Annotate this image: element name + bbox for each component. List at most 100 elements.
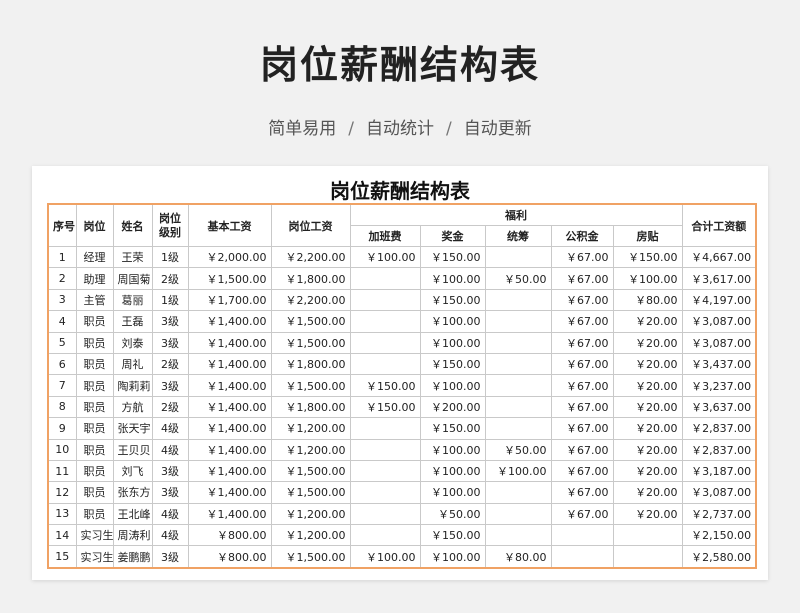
subtitle-item-update: 自动更新: [463, 119, 532, 139]
cell-housing-fund: [550, 524, 614, 547]
cell-bonus: ￥100.00: [419, 438, 486, 461]
table-row: 11 职员 刘飞 3级 ￥1,400.00 ￥1,500.00 ￥100.00 ￥100.00…: [47, 459, 757, 483]
cell-overtime: [349, 481, 421, 504]
table-row: 7 职员 陶莉莉 3级 ￥1,400.00 ￥1,500.00 ￥150.00 ￥100.00…: [47, 374, 757, 397]
cell-total: ￥2,737.00: [681, 502, 757, 526]
cell-bonus: ￥150.00: [419, 288, 486, 312]
cell-name: 姜鹏鹏: [112, 545, 153, 569]
cell-level: 3级: [151, 545, 189, 569]
cell-position: 实习生: [75, 545, 114, 569]
cell-seq: 9: [47, 417, 77, 440]
cell-name: 王荣: [112, 245, 153, 269]
cell-overtime: [349, 267, 421, 290]
cell-housing-allowance: [612, 524, 683, 547]
cell-seq: 14: [47, 524, 77, 547]
cell-name: 王贝贝: [112, 438, 153, 461]
cell-total: ￥2,837.00: [681, 438, 757, 461]
cell-total: ￥3,087.00: [681, 310, 757, 333]
cell-planning: [484, 524, 552, 547]
cell-overtime: [349, 288, 421, 312]
cell-housing-fund: ￥67.00: [550, 245, 614, 269]
header-position: 岗位: [75, 203, 114, 247]
cell-bonus: ￥100.00: [419, 481, 486, 504]
cell-bonus: ￥100.00: [419, 267, 486, 290]
cell-post-salary: ￥1,500.00: [270, 331, 351, 354]
cell-level: 3级: [151, 331, 189, 354]
cell-position: 职员: [75, 459, 114, 483]
cell-housing-fund: ￥67.00: [550, 288, 614, 312]
cell-position: 主管: [75, 288, 114, 312]
cell-name: 方航: [112, 395, 153, 419]
cell-level: 4级: [151, 417, 189, 440]
cell-bonus: ￥100.00: [419, 545, 486, 569]
sheet-title: 岗位薪酬结构表: [330, 179, 470, 203]
cell-seq: 1: [47, 245, 77, 269]
cell-planning: [484, 395, 552, 419]
cell-position: 职员: [75, 438, 114, 461]
header-base-salary: 基本工资: [187, 203, 272, 247]
cell-planning: ￥50.00: [484, 267, 552, 290]
cell-post-salary: ￥1,800.00: [270, 395, 351, 419]
table-row: 3 主管 葛丽 1级 ￥1,700.00 ￥2,200.00 ￥150.00 ￥67.00 ￥8…: [47, 288, 757, 312]
cell-housing-fund: ￥67.00: [550, 481, 614, 504]
cell-overtime: [349, 417, 421, 440]
cell-planning: [484, 352, 552, 376]
cell-post-salary: ￥1,500.00: [270, 481, 351, 504]
cell-housing-allowance: ￥20.00: [612, 459, 683, 483]
cell-housing-allowance: ￥20.00: [612, 374, 683, 397]
cell-housing-fund: ￥67.00: [550, 438, 614, 461]
cell-post-salary: ￥1,200.00: [270, 417, 351, 440]
cell-seq: 12: [47, 481, 77, 504]
cell-bonus: ￥150.00: [419, 417, 486, 440]
cell-position: 职员: [75, 395, 114, 419]
cell-overtime: ￥150.00: [349, 374, 421, 397]
cell-housing-allowance: ￥20.00: [612, 438, 683, 461]
cell-bonus: ￥50.00: [419, 502, 486, 526]
cell-overtime: ￥150.00: [349, 395, 421, 419]
cell-base-salary: ￥1,400.00: [187, 331, 272, 354]
cell-housing-fund: ￥67.00: [550, 331, 614, 354]
cell-seq: 6: [47, 352, 77, 376]
cell-housing-fund: ￥67.00: [550, 310, 614, 333]
cell-bonus: ￥100.00: [419, 310, 486, 333]
cell-seq: 15: [47, 545, 77, 569]
cell-overtime: [349, 331, 421, 354]
cell-post-salary: ￥1,200.00: [270, 524, 351, 547]
subtitle-item-easy: 简单易用: [268, 119, 337, 139]
cell-overtime: [349, 352, 421, 376]
cell-seq: 11: [47, 459, 77, 483]
cell-planning: [484, 288, 552, 312]
table-row: 15 实习生 姜鹏鹏 3级 ￥800.00 ￥1,500.00 ￥100.00 ￥100.00…: [47, 545, 757, 569]
cell-bonus: ￥200.00: [419, 395, 486, 419]
header-overtime: 加班费: [349, 225, 421, 247]
cell-position: 职员: [75, 310, 114, 333]
table-row: 10 职员 王贝贝 4级 ￥1,400.00 ￥1,200.00 ￥100.00 ￥50.00…: [47, 438, 757, 461]
cell-base-salary: ￥1,400.00: [187, 502, 272, 526]
table-row: 2 助理 周国菊 2级 ￥1,500.00 ￥1,800.00 ￥100.00 ￥50.00 ￥…: [47, 267, 757, 290]
table-body: 1 经理 王荣 1级 ￥2,000.00 ￥2,200.00 ￥100.00 ￥150.00 ￥…: [47, 245, 757, 569]
cell-seq: 7: [47, 374, 77, 397]
cell-bonus: ￥150.00: [419, 245, 486, 269]
cell-housing-fund: ￥67.00: [550, 395, 614, 419]
cell-base-salary: ￥1,400.00: [187, 459, 272, 483]
cell-planning: [484, 310, 552, 333]
salary-table: 序号 岗位 姓名 岗位级别 基本工资 岗位工资 福利 合计工资额 加班费 奖金 …: [47, 203, 758, 569]
cell-housing-allowance: ￥20.00: [612, 417, 683, 440]
cell-total: ￥2,837.00: [681, 417, 757, 440]
cell-position: 实习生: [75, 524, 114, 547]
cell-level: 3级: [151, 481, 189, 504]
cell-level: 1级: [151, 245, 189, 269]
cell-post-salary: ￥1,800.00: [270, 267, 351, 290]
cell-total: ￥3,437.00: [681, 352, 757, 376]
cell-position: 职员: [75, 417, 114, 440]
cell-base-salary: ￥1,700.00: [187, 288, 272, 312]
cell-total: ￥3,087.00: [681, 331, 757, 354]
table-row: 4 职员 王磊 3级 ￥1,400.00 ￥1,500.00 ￥100.00 ￥67.00 ￥2…: [47, 310, 757, 333]
cell-position: 助理: [75, 267, 114, 290]
cell-level: 2级: [151, 267, 189, 290]
cell-level: 3级: [151, 459, 189, 483]
cell-planning: [484, 502, 552, 526]
cell-housing-allowance: [612, 545, 683, 569]
cell-base-salary: ￥800.00: [187, 524, 272, 547]
cell-housing-fund: ￥67.00: [550, 267, 614, 290]
